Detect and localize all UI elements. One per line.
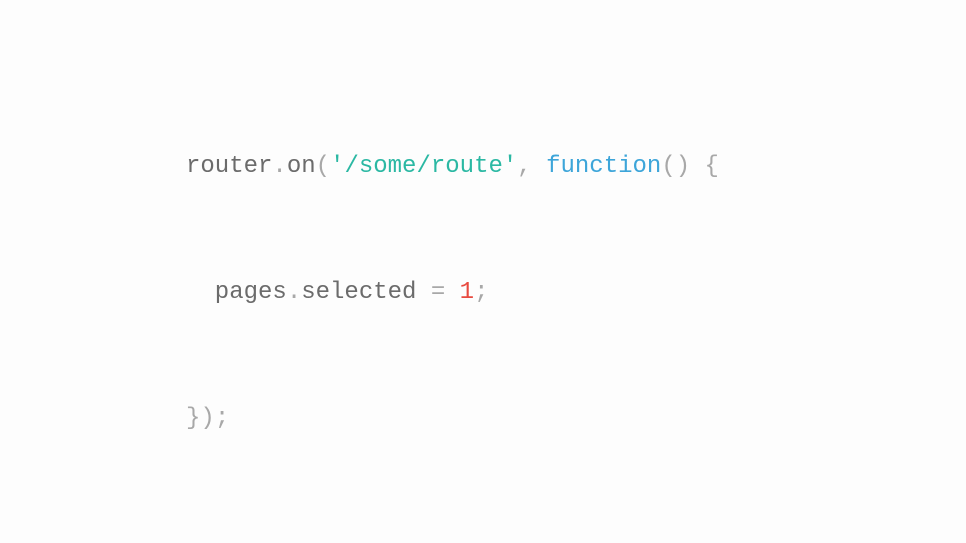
token-function: function — [546, 153, 661, 180]
token-open-brace: { — [705, 153, 719, 180]
code-line-3: }); — [186, 398, 719, 440]
token-comma: , — [517, 153, 531, 180]
token-on: on — [287, 153, 316, 180]
token-dot: . — [272, 153, 286, 180]
token-space2 — [690, 153, 704, 180]
token-close-brace: } — [186, 405, 200, 432]
token-number: 1 — [460, 279, 474, 306]
code-line-2: pages.selected = 1; — [186, 272, 719, 314]
token-semicolon: ; — [474, 279, 488, 306]
token-equals: = — [416, 279, 459, 306]
code-snippet: router.on('/some/route', function() { pa… — [186, 62, 719, 482]
token-semicolon2: ; — [215, 405, 229, 432]
token-router: router — [186, 153, 272, 180]
token-string: '/some/route' — [330, 153, 517, 180]
token-dot2: . — [287, 279, 301, 306]
token-selected: selected — [301, 279, 416, 306]
token-open-paren: ( — [316, 153, 330, 180]
token-close-paren: ) — [200, 405, 214, 432]
token-parens: () — [661, 153, 690, 180]
code-line-1: router.on('/some/route', function() { — [186, 146, 719, 188]
token-space — [532, 153, 546, 180]
token-pages: pages — [215, 279, 287, 306]
